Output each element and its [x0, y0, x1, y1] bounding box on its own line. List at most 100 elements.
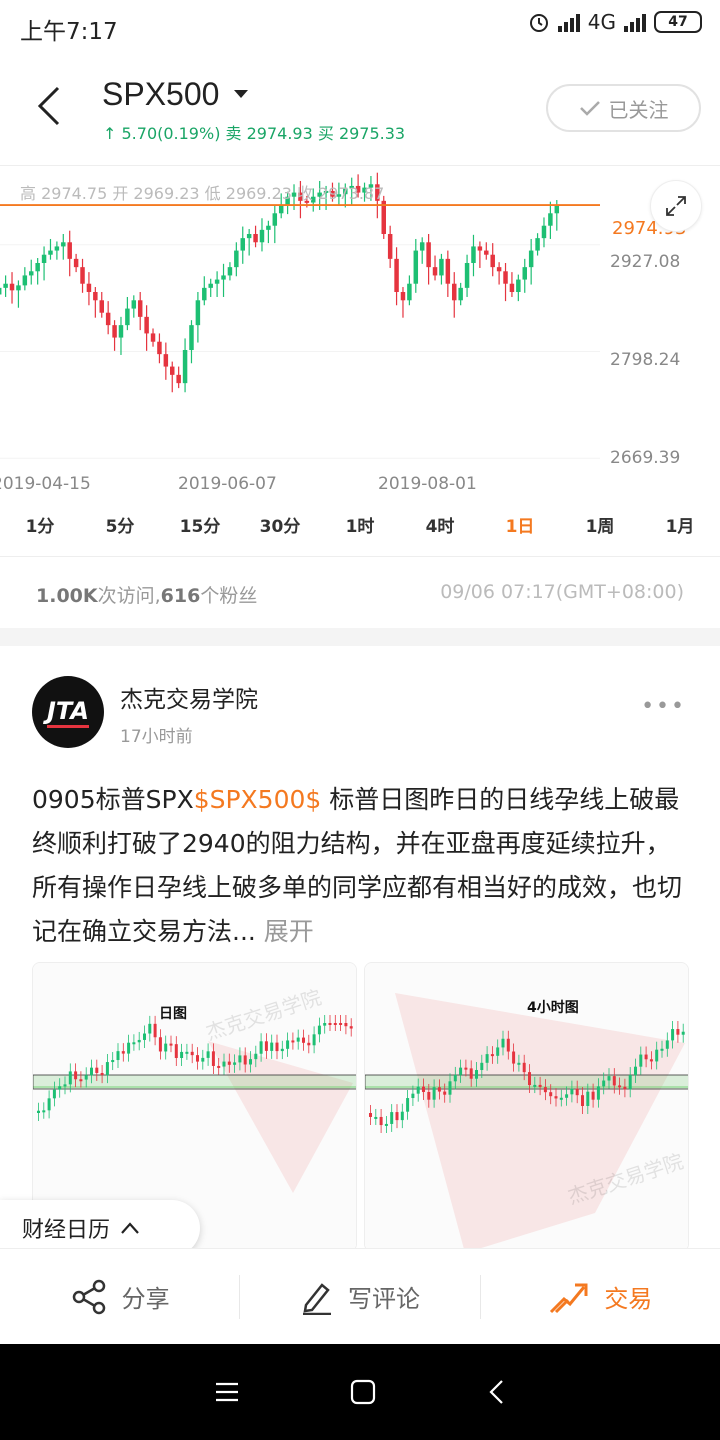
thumb-candle [233, 1062, 237, 1065]
period-tab[interactable]: 1日 [480, 510, 560, 556]
avatar-logo: JTA [46, 697, 89, 728]
thumb-candle [121, 1051, 125, 1054]
candle-body [54, 246, 60, 251]
pen-icon [302, 1282, 331, 1315]
alarm-icon [529, 14, 548, 32]
thumb-candle [153, 1023, 157, 1038]
thumb-candle [437, 1087, 441, 1092]
thumb-candle [501, 1038, 505, 1048]
thumb-candle [538, 1084, 542, 1088]
status-bar: 上午7:17 4G 47 [0, 0, 720, 54]
quote-header: SPX500 ↑ 5.70(0.19%) 卖 2974.93 买 2975.33… [0, 62, 720, 162]
candle-body [41, 254, 47, 263]
share-icon [72, 1279, 105, 1314]
thumb-candle [185, 1051, 189, 1054]
comment-button[interactable]: 写评论 [239, 1274, 479, 1319]
period-tab[interactable]: 1周 [560, 510, 640, 556]
menu-icon[interactable] [215, 1381, 239, 1403]
candle-body [439, 258, 444, 276]
candle-body [240, 238, 245, 251]
period-tab[interactable]: 5分 [80, 510, 160, 556]
post-image-4h[interactable]: 4小时图 杰克交易学院 [364, 962, 689, 1252]
back-icon [37, 86, 60, 126]
check-icon [579, 101, 600, 116]
follow-button[interactable]: 已关注 [546, 84, 701, 132]
thumb-candle [227, 1061, 231, 1065]
thumb-candle [676, 1029, 680, 1035]
candle-body [86, 283, 92, 292]
period-tab[interactable]: 15分 [160, 510, 240, 556]
candle-body [452, 283, 457, 301]
period-tab[interactable]: 1时 [320, 510, 400, 556]
home-icon[interactable] [350, 1379, 376, 1405]
comment-label: 写评论 [347, 1285, 420, 1313]
back-nav-icon[interactable] [487, 1379, 505, 1405]
expand-link[interactable]: 展开 [264, 917, 314, 946]
post-body[interactable]: 0905标普SPX$SPX500$ 标普日图昨日的日线孕线上破最终顺利打破了29… [32, 778, 692, 954]
battery-icon: 47 [654, 11, 702, 33]
period-tab[interactable]: 1月 [640, 510, 720, 556]
symbol-tag[interactable]: $SPX500$ [194, 785, 322, 814]
candle-body [272, 213, 278, 226]
more-icon[interactable]: ••• [641, 694, 686, 719]
period-tab[interactable]: 1分 [0, 510, 80, 556]
thumb-candle [105, 1062, 109, 1076]
period-tab[interactable]: 30分 [240, 510, 320, 556]
author-name[interactable]: 杰克交易学院 [120, 680, 258, 714]
x-tick-label: 2019-08-01 [378, 474, 477, 494]
thumb-candle [379, 1116, 383, 1126]
symbol-title[interactable]: SPX500 [102, 76, 219, 113]
candle-body [426, 242, 431, 268]
candle-body [176, 374, 181, 384]
thumb-candle [349, 1026, 353, 1029]
candle-body [407, 283, 412, 301]
network-label: 4G [587, 10, 616, 34]
candle-body [464, 263, 470, 288]
fullscreen-button[interactable] [650, 180, 702, 232]
thumb-candle [270, 1042, 274, 1051]
trade-button[interactable]: 交易 [479, 1274, 720, 1319]
candle-body [535, 238, 540, 251]
thumb-candle [254, 1053, 258, 1060]
thumb-candle [264, 1041, 268, 1051]
back-button[interactable] [30, 84, 70, 128]
thumb-candle [328, 1023, 332, 1025]
price-chart[interactable]: 高 2974.75 开 2969.23 低 2969.23 收 2973.87 … [0, 165, 720, 505]
thumb-candle [612, 1076, 616, 1086]
thumb-candle [222, 1061, 226, 1067]
candle-body [490, 254, 495, 268]
post-card[interactable]: JTA 杰克交易学院 17小时前 ••• 0905标普SPX$SPX500$ 标… [0, 646, 720, 1252]
caret-down-icon[interactable] [234, 90, 248, 98]
thumb-candle [169, 1043, 173, 1046]
thumb-candle [575, 1088, 579, 1096]
period-tab[interactable]: 4时 [400, 510, 480, 556]
thumb-candle [512, 1051, 516, 1064]
signal-icon-2 [624, 12, 646, 32]
thumb-candle [58, 1086, 62, 1090]
candle-body [541, 225, 547, 239]
thumb-candle [196, 1055, 199, 1062]
action-bar: 分享 写评论 交易 [0, 1248, 720, 1344]
candle-body [458, 287, 463, 301]
candle-body [234, 250, 239, 268]
share-button[interactable]: 分享 [0, 1275, 239, 1319]
thumb-candle [469, 1068, 473, 1079]
thumb-candle [217, 1065, 221, 1068]
visits-fans: 1.00K次访问,616个粉丝 [36, 585, 258, 607]
thumb-candle [111, 1060, 115, 1063]
candle-body [471, 246, 476, 263]
candle-body [195, 300, 201, 326]
thumb-candle [84, 1075, 88, 1080]
ohlc-readout: 高 2974.75 开 2969.23 低 2969.23 收 2973.87 [20, 184, 385, 203]
thumb-candle [406, 1098, 410, 1112]
thumb-title: 4小时图 [527, 1000, 579, 1016]
thumb-candle [671, 1029, 675, 1041]
candle-body [208, 283, 213, 288]
thumb-candle [37, 1110, 40, 1113]
candle-body [157, 341, 162, 355]
avatar[interactable]: JTA [32, 676, 104, 748]
thumb-candle [63, 1084, 67, 1087]
candle-body [125, 308, 130, 326]
candle-body [150, 333, 156, 342]
candle-body [112, 325, 117, 338]
